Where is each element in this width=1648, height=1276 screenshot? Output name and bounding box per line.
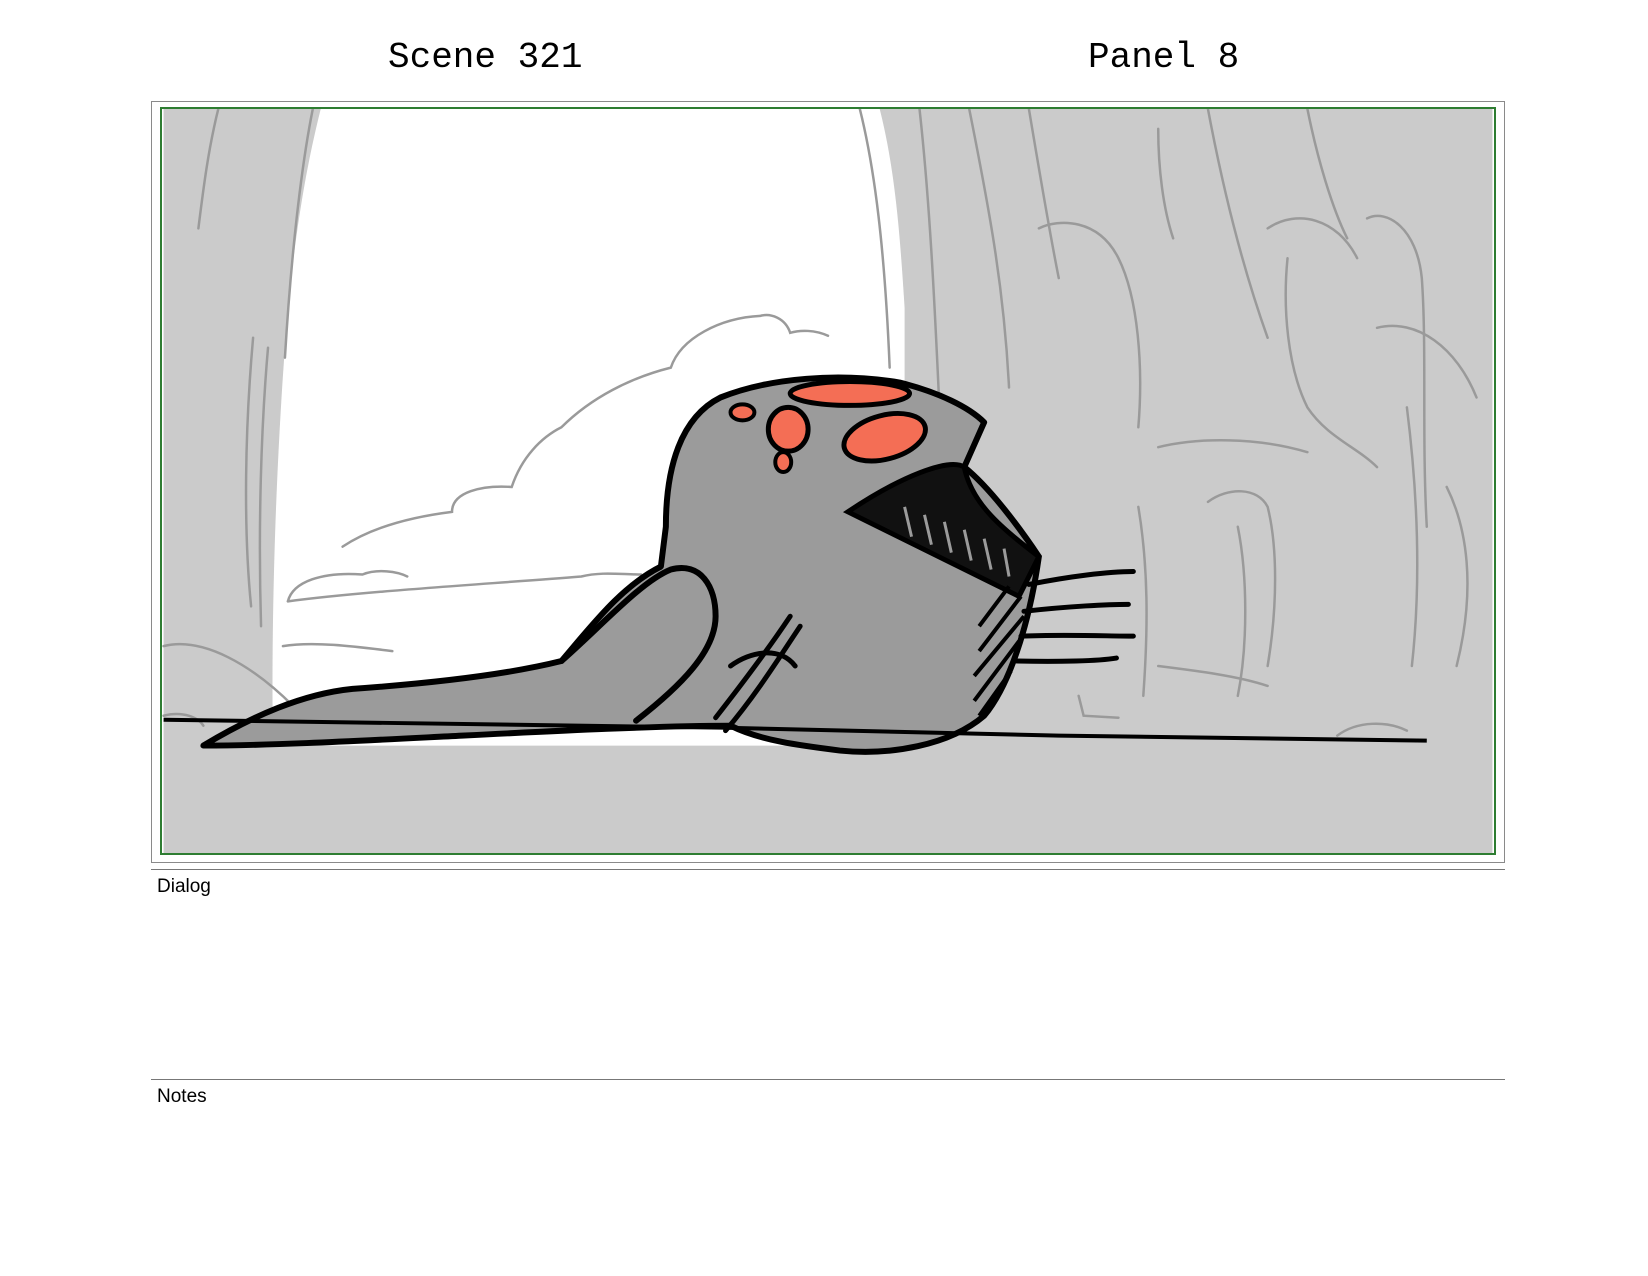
- notes-divider: [151, 1079, 1505, 1080]
- notes-label: Notes: [157, 1086, 207, 1107]
- storyboard-panel: [160, 107, 1496, 855]
- dialog-label: Dialog: [157, 876, 211, 897]
- dialog-text: [157, 904, 1497, 1069]
- scene-number: Scene 321: [388, 37, 583, 78]
- creature-spot: [773, 450, 794, 475]
- creature-spot: [728, 402, 757, 423]
- creature-spot: [787, 379, 913, 408]
- panel-sketch: [162, 109, 1493, 853]
- creature-spot: [765, 404, 811, 454]
- dialog-divider: [151, 869, 1505, 870]
- notes-text: [157, 1114, 1497, 1254]
- panel-number: Panel 8: [1088, 37, 1240, 78]
